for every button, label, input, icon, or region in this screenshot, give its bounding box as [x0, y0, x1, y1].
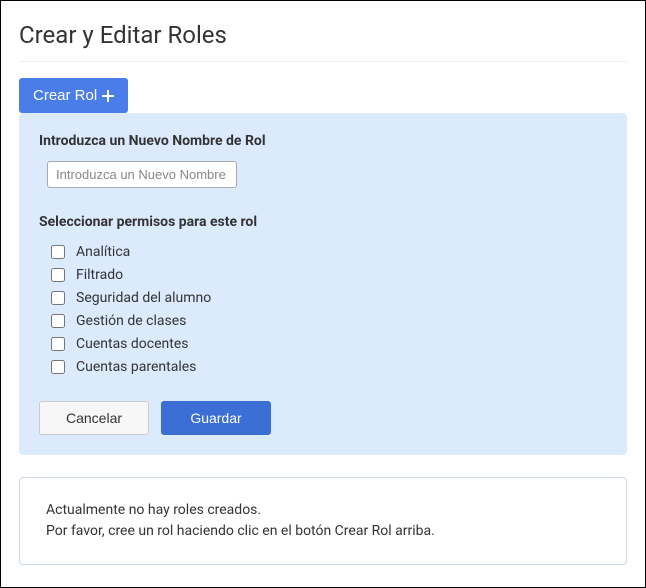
permission-label: Filtrado: [76, 267, 123, 283]
permission-label: Cuentas parentales: [76, 359, 196, 375]
permission-checkbox-student-safety[interactable]: [51, 291, 65, 305]
role-name-label: Introduzca un Nuevo Nombre de Rol: [39, 133, 607, 149]
permission-checkbox-filtering[interactable]: [51, 268, 65, 282]
permission-label: Cuentas docentes: [76, 336, 188, 352]
permission-checkbox-analytics[interactable]: [51, 245, 65, 259]
empty-state-box: Actualmente no hay roles creados. Por fa…: [19, 477, 627, 565]
permission-item: Analítica: [47, 242, 607, 262]
role-form-panel: Introduzca un Nuevo Nombre de Rol Selecc…: [19, 113, 627, 455]
permissions-list: Analítica Filtrado Seguridad del alumno …: [47, 242, 607, 377]
plus-icon: [102, 90, 114, 102]
create-role-button-label: Crear Rol: [33, 87, 97, 104]
save-button[interactable]: Guardar: [161, 401, 271, 435]
divider: [19, 61, 627, 62]
permission-label: Analítica: [76, 244, 130, 260]
create-role-button[interactable]: Crear Rol: [19, 78, 128, 113]
permission-checkbox-class-management[interactable]: [51, 314, 65, 328]
empty-state-line1: Actualmente no hay roles creados.: [46, 500, 600, 521]
cancel-button[interactable]: Cancelar: [39, 401, 149, 435]
permission-label: Gestión de clases: [76, 313, 186, 329]
permission-item: Cuentas docentes: [47, 334, 607, 354]
empty-state-line2: Por favor, cree un rol haciendo clic en …: [46, 521, 600, 542]
role-name-input[interactable]: [47, 161, 237, 188]
permissions-label: Seleccionar permisos para este rol: [39, 214, 607, 230]
page-title: Crear y Editar Roles: [19, 21, 627, 49]
permission-item: Cuentas parentales: [47, 357, 607, 377]
permission-item: Seguridad del alumno: [47, 288, 607, 308]
permission-item: Filtrado: [47, 265, 607, 285]
permission-checkbox-parent-accounts[interactable]: [51, 360, 65, 374]
permission-label: Seguridad del alumno: [76, 290, 211, 306]
permission-item: Gestión de clases: [47, 311, 607, 331]
permission-checkbox-teacher-accounts[interactable]: [51, 337, 65, 351]
